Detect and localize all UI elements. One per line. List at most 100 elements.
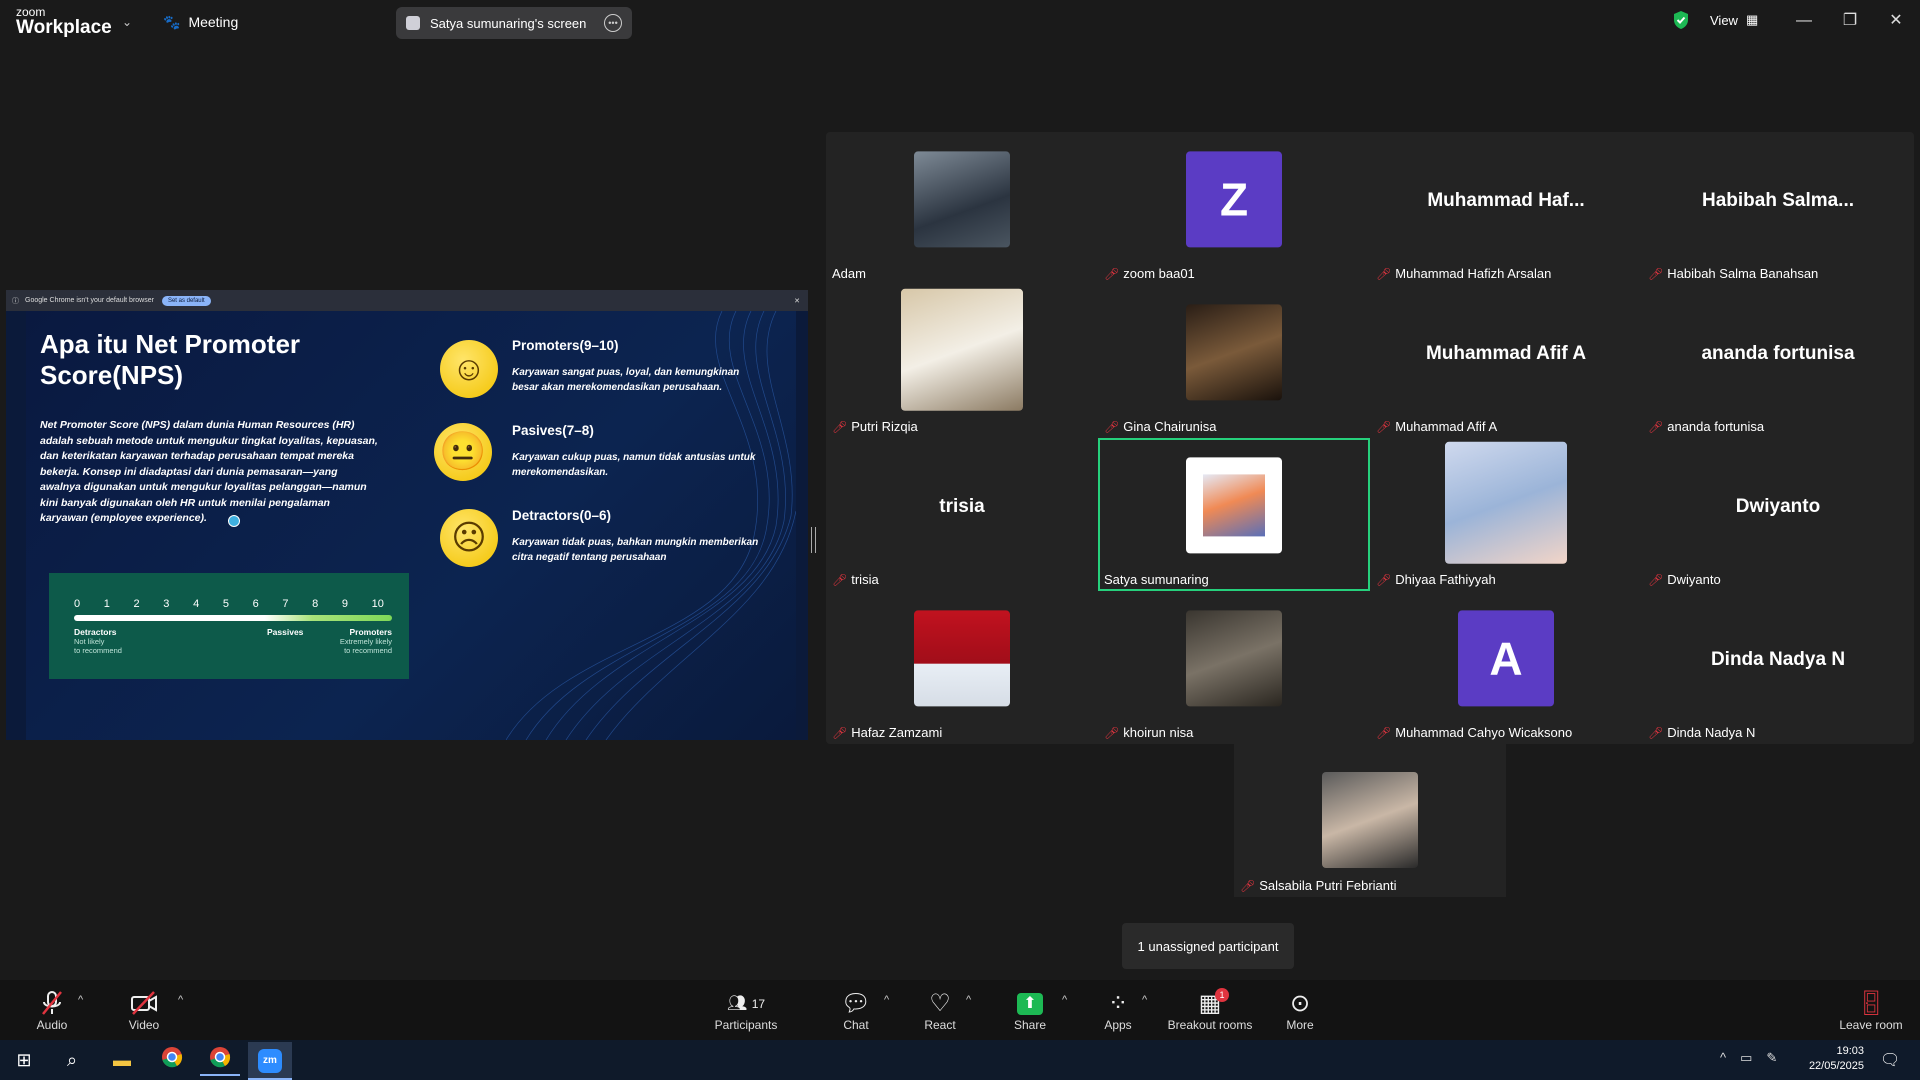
chrome-profile-icon[interactable] [200, 1046, 240, 1076]
minimize-icon[interactable]: — [1790, 8, 1818, 34]
participant-tile[interactable]: Habibah Salma... 🎤︎ Habibah Salma Banahsan [1642, 132, 1914, 285]
detractors-title: Detractors(0–6) [512, 508, 612, 523]
view-menu[interactable]: View ▦ [1710, 12, 1758, 28]
chevron-up-icon[interactable]: ^ [78, 994, 83, 1006]
participant-video [1186, 456, 1282, 553]
restore-icon[interactable]: ❐ [1836, 8, 1864, 34]
title-bar [0, 0, 1920, 44]
participant-name: zoom baa01 [1123, 266, 1195, 281]
participant-tile[interactable]: Muhammad Afif A 🎤︎ Muhammad Afif A [1370, 285, 1642, 438]
participant-name: Putri Rizqia [851, 419, 918, 434]
participant-tile[interactable]: ananda fortunisa 🎤︎ ananda fortunisa [1642, 285, 1914, 438]
participant-label: 🎤︎ Salsabila Putri Febrianti [1240, 878, 1397, 893]
participant-tile[interactable]: Z 🎤︎ zoom baa01 [1098, 132, 1370, 285]
participant-tile[interactable]: A 🎤︎ Muhammad Cahyo Wicaksono [1370, 591, 1642, 744]
set-default-button[interactable]: Set as default [161, 295, 211, 306]
participant-tile[interactable]: 🎤︎ Dhiyaa Fathiyyah [1370, 438, 1642, 591]
react-label: React [924, 1018, 956, 1032]
participant-tile[interactable]: 🎤︎ khoirun nisa [1098, 591, 1370, 744]
participant-display-name: trisia [939, 496, 985, 517]
participant-tile[interactable]: Dinda Nadya N 🎤︎ Dinda Nadya N [1642, 591, 1914, 744]
resize-handle[interactable] [811, 527, 816, 553]
shield-icon[interactable] [1672, 10, 1690, 35]
participant-label: 🎤︎ Dwiyanto [1648, 572, 1721, 587]
close-icon[interactable]: ✕ [794, 297, 800, 305]
participant-display-name: Dwiyanto [1735, 496, 1821, 517]
meeting-menu[interactable]: 🐾 Meeting [163, 12, 238, 32]
participant-tile[interactable]: Dwiyanto 🎤︎ Dwiyanto [1642, 438, 1914, 591]
participant-label: 🎤︎ Muhammad Afif A [1376, 419, 1497, 434]
scale-mid-label: Passives [267, 627, 304, 637]
scale-bar [74, 615, 392, 621]
apps-button[interactable]: ⁘ Apps [1100, 990, 1136, 1032]
chrome-icon[interactable] [152, 1046, 192, 1074]
chevron-up-icon[interactable]: ^ [1142, 994, 1147, 1006]
chevron-up-icon[interactable]: ^ [1062, 994, 1067, 1006]
participant-tile[interactable]: 🎤︎ Putri Rizqia [826, 285, 1098, 438]
audio-label: Audio [36, 1018, 68, 1032]
participant-tile[interactable]: Satya sumunaring [1098, 438, 1370, 591]
avatar-image [1203, 473, 1265, 536]
scale-number: 0 [74, 598, 81, 610]
passives-desc: Karyawan cukup puas, namun tidak antusia… [512, 452, 756, 478]
meeting-label: Meeting [188, 14, 239, 30]
mic-muted-icon: 🎤︎ [832, 419, 848, 434]
participant-name: Habibah Salma Banahsan [1667, 266, 1819, 281]
share-label: Share [1013, 1018, 1047, 1032]
mic-muted-icon: 🎤︎ [1648, 419, 1664, 434]
participant-tile[interactable]: 🎤︎ Gina Chairunisa [1098, 285, 1370, 438]
participant-name: Hafaz Zamzami [851, 725, 943, 740]
leave-room-button[interactable]: 🚪︎ Leave room [1836, 990, 1906, 1032]
close-icon[interactable]: ✕ [1882, 8, 1910, 34]
participant-tile[interactable]: Muhammad Haf... 🎤︎ Muhammad Hafizh Arsalan [1370, 132, 1642, 285]
chat-button[interactable]: 💬︎ Chat [838, 990, 874, 1032]
participants-button[interactable]: 👥︎ 17 Participants [712, 990, 780, 1032]
participant-tile[interactable]: 🎤︎ Salsabila Putri Febrianti [1234, 744, 1506, 897]
sad-face-icon: ☹ [440, 509, 498, 567]
audio-button[interactable]: Audio [30, 990, 74, 1032]
windows-start-icon[interactable]: ⊞ [4, 1046, 44, 1074]
scale-number: 2 [133, 598, 140, 610]
pen-icon[interactable]: ✎ [1766, 1050, 1777, 1066]
chevron-up-icon[interactable]: ^ [1720, 1050, 1726, 1066]
mic-muted-icon: 🎤︎ [1240, 878, 1256, 893]
more-button[interactable]: ⊙ More [1280, 990, 1320, 1032]
more-icon[interactable]: ••• [604, 14, 622, 32]
file-explorer-icon[interactable]: ▬ [102, 1046, 142, 1074]
share-button[interactable]: ⬆ Share [1010, 990, 1050, 1032]
participant-display-name: ananda fortunisa [1701, 343, 1855, 364]
participant-tile[interactable]: trisia 🎤︎ trisia [826, 438, 1098, 591]
promoters-title: Promoters(9–10) [512, 338, 619, 353]
scale-left-sub1: Not likely [74, 637, 105, 646]
network-icon[interactable]: ▭ [1740, 1050, 1752, 1066]
search-icon[interactable]: ⌕ [52, 1046, 92, 1074]
scale-left-label: Detractors [74, 627, 117, 637]
participant-tile[interactable]: 🎤︎ Hafaz Zamzami [826, 591, 1098, 744]
participant-name: Muhammad Cahyo Wicaksono [1395, 725, 1573, 740]
notification-icon[interactable]: 🗨︎ [1880, 1050, 1900, 1070]
participant-name: Muhammad Hafizh Arsalan [1395, 266, 1552, 281]
chevron-down-icon[interactable]: ⌄ [122, 15, 132, 29]
leave-icon: 🚪︎ [1855, 990, 1887, 1017]
paw-icon: 🐾 [163, 13, 181, 30]
chevron-up-icon[interactable]: ^ [178, 994, 183, 1006]
chevron-up-icon[interactable]: ^ [884, 994, 889, 1006]
taskbar-clock[interactable]: 19:03 22/05/2025 [1788, 1044, 1864, 1074]
participant-tile[interactable]: Adam [826, 132, 1098, 285]
scale-right-group: Promoters Extremely likely to recommend [304, 627, 392, 655]
scale-right-sub1: Extremely likely [339, 637, 392, 646]
mic-muted-icon: 🎤︎ [832, 572, 848, 587]
clock-date: 22/05/2025 [1808, 1060, 1864, 1072]
zoom-taskbar-icon[interactable]: zm [248, 1042, 292, 1080]
participant-label: 🎤︎ Dinda Nadya N [1648, 725, 1755, 740]
avatar-letter: A [1458, 609, 1554, 706]
breakout-rooms-button[interactable]: ▦ Breakout rooms [1165, 990, 1255, 1032]
slide-title: Apa itu Net Promoter Score(NPS) [40, 329, 301, 390]
screen-share-pill[interactable]: Satya sumunaring's screen ••• [396, 7, 632, 39]
react-button[interactable]: ♡ React [920, 990, 960, 1032]
smile-face-icon: ☺ [440, 340, 498, 398]
video-button[interactable]: Video [122, 990, 166, 1032]
view-label: View [1710, 12, 1738, 28]
system-tray[interactable]: ^ ▭ ✎ [1720, 1050, 1777, 1066]
chevron-up-icon[interactable]: ^ [966, 994, 971, 1006]
